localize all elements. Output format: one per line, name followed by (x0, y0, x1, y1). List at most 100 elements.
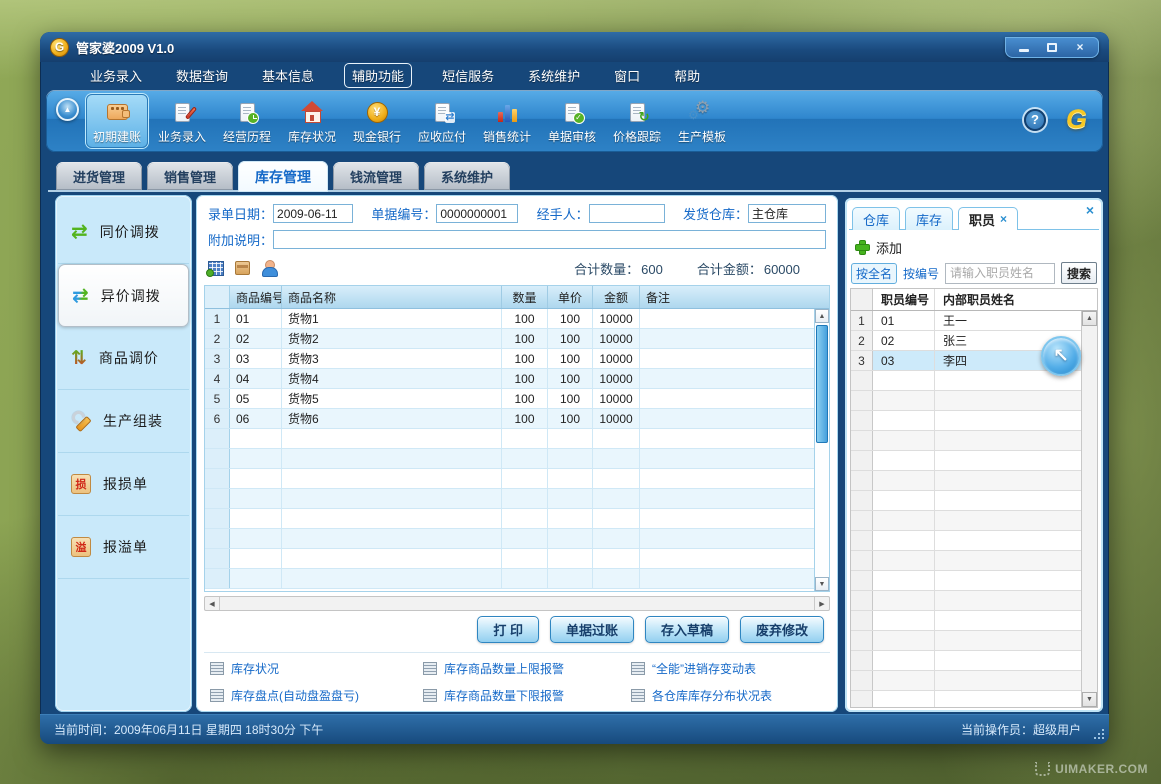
table-row-empty[interactable] (851, 371, 1081, 391)
table-row[interactable]: 606货物610010010000 (205, 409, 814, 429)
panel-close-icon[interactable]: × (1086, 202, 1094, 218)
sidebar-item-loss-report[interactable]: 损 报损单 (58, 453, 189, 516)
note-input[interactable] (273, 230, 826, 249)
maximize-button[interactable] (1039, 39, 1065, 56)
tab-inventory-management[interactable]: 库存管理 (238, 161, 328, 192)
table-row-empty[interactable] (851, 691, 1081, 707)
table-row-empty[interactable] (851, 551, 1081, 571)
menu-item-window[interactable]: 窗口 (610, 64, 644, 87)
link-almighty-movement-report[interactable]: “全能”进销存变动表 (631, 660, 832, 677)
close-button[interactable]: × (1067, 39, 1093, 56)
collapse-toolbar-button[interactable]: ▲ (56, 98, 79, 121)
table-row[interactable]: 505货物510010010000 (205, 389, 814, 409)
menu-item-data-query[interactable]: 数据查询 (172, 64, 232, 87)
sidebar-item-production-assembly[interactable]: 生产组装 (58, 390, 189, 453)
tab-sales-management[interactable]: 销售管理 (147, 162, 233, 190)
search-by-name-toggle[interactable]: 按全名 (851, 263, 897, 284)
post-voucher-button[interactable]: 单据过账 (550, 616, 634, 643)
table-row[interactable]: 303货物310010010000 (205, 349, 814, 369)
toolbar-item-history[interactable]: 经营历程 (216, 94, 278, 148)
shipping-warehouse-input[interactable] (748, 204, 826, 223)
tab-system-maintenance[interactable]: 系统维护 (424, 162, 510, 190)
voucher-number-input[interactable] (436, 204, 518, 223)
toolbar-item-receivable-payable[interactable]: ⇄ 应收应付 (411, 94, 473, 148)
menu-item-sms[interactable]: 短信服务 (438, 64, 498, 87)
scroll-down-icon[interactable]: ▼ (1082, 692, 1097, 707)
warehouse-building-icon[interactable] (208, 261, 224, 276)
tab-purchase-management[interactable]: 进货管理 (56, 162, 142, 190)
inventory-package-icon[interactable] (235, 261, 250, 275)
table-row-empty[interactable] (851, 471, 1081, 491)
scroll-up-icon[interactable]: ▲ (1082, 311, 1097, 326)
staff-person-icon[interactable] (261, 260, 277, 277)
toolbar-item-sales-stats[interactable]: 销售统计 (476, 94, 538, 148)
scroll-down-icon[interactable]: ▼ (815, 577, 829, 591)
sidebar-item-diff-price-transfer[interactable]: ⇄ 异价调拨 (58, 264, 189, 327)
resize-grip-icon[interactable] (1092, 727, 1104, 739)
link-stocktaking[interactable]: 库存盘点(自动盘盈盘亏) (210, 687, 423, 704)
minimize-button[interactable] (1011, 39, 1037, 56)
table-row-empty[interactable] (851, 571, 1081, 591)
table-row[interactable]: 101货物110010010000 (205, 309, 814, 329)
menu-item-system-maintenance[interactable]: 系统维护 (524, 64, 584, 87)
table-row-empty[interactable] (851, 671, 1081, 691)
horizontal-scrollbar[interactable]: ◀ ▶ (204, 596, 830, 611)
scroll-left-icon[interactable]: ◀ (205, 597, 220, 610)
table-row-empty[interactable] (205, 469, 814, 489)
table-row-empty[interactable] (851, 391, 1081, 411)
handler-input[interactable] (589, 204, 665, 223)
table-row-empty[interactable] (205, 529, 814, 549)
table-row[interactable]: 404货物410010010000 (205, 369, 814, 389)
table-row-empty[interactable] (851, 451, 1081, 471)
table-row-empty[interactable] (205, 429, 814, 449)
table-row-empty[interactable] (851, 411, 1081, 431)
table-row-empty[interactable] (851, 511, 1081, 531)
sidebar-item-same-price-transfer[interactable]: ⇄ 同价调拨 (58, 201, 189, 264)
toolbar-item-production-template[interactable]: ⚙⚙ 生产模板 (671, 94, 733, 148)
staff-scrollbar[interactable]: ▲ ▼ (1081, 311, 1097, 707)
sidebar-item-price-adjust[interactable]: ⇅ 商品调价 (58, 327, 189, 390)
tab-warehouse[interactable]: 仓库 (852, 207, 900, 230)
link-inventory-status[interactable]: 库存状况 (210, 660, 423, 677)
table-row-empty[interactable] (851, 631, 1081, 651)
table-row-empty[interactable] (205, 509, 814, 529)
toolbar-item-initial-setup[interactable]: 初期建账 (86, 94, 148, 148)
toolbar-item-cash-bank[interactable]: ¥ 现金银行 (346, 94, 408, 148)
tab-inventory[interactable]: 库存 (905, 207, 953, 230)
table-row-empty[interactable] (205, 569, 814, 589)
menu-item-help[interactable]: 帮助 (670, 64, 704, 87)
link-lower-limit-alert[interactable]: 库存商品数量下限报警 (423, 687, 631, 704)
table-row-empty[interactable] (851, 491, 1081, 511)
scroll-up-icon[interactable]: ▲ (815, 309, 829, 323)
toolbar-item-price-tracking[interactable]: ↻ 价格跟踪 (606, 94, 668, 148)
menu-item-auxiliary[interactable]: 辅助功能 (344, 63, 412, 88)
link-upper-limit-alert[interactable]: 库存商品数量上限报警 (423, 660, 631, 677)
table-row-empty[interactable] (851, 591, 1081, 611)
scroll-right-icon[interactable]: ▶ (814, 597, 829, 610)
table-row-empty[interactable] (851, 651, 1081, 671)
staff-search-input[interactable] (945, 263, 1055, 284)
scrollbar-thumb[interactable] (816, 325, 828, 443)
save-draft-button[interactable]: 存入草稿 (645, 616, 729, 643)
search-by-code-toggle[interactable]: 按编号 (903, 265, 939, 282)
sidebar-item-overflow-report[interactable]: 溢 报溢单 (58, 516, 189, 579)
tab-cashflow-management[interactable]: 钱流管理 (333, 162, 419, 190)
discard-changes-button[interactable]: 废弃修改 (740, 616, 824, 643)
table-row-empty[interactable] (205, 489, 814, 509)
menu-item-business-entry[interactable]: 业务录入 (86, 64, 146, 87)
link-warehouse-distribution-report[interactable]: 各仓库库存分布状况表 (631, 687, 832, 704)
print-button[interactable]: 打 印 (477, 616, 539, 643)
toolbar-item-inventory-status[interactable]: 库存状况 (281, 94, 343, 148)
menu-item-basic-info[interactable]: 基本信息 (258, 64, 318, 87)
table-row-empty[interactable] (205, 549, 814, 569)
toolbar-item-business-entry[interactable]: 业务录入 (151, 94, 213, 148)
tab-staff[interactable]: 职员× (958, 207, 1018, 230)
staff-row[interactable]: 101王一 (851, 311, 1081, 331)
help-icon[interactable]: ? (1024, 109, 1046, 131)
table-row-empty[interactable] (851, 531, 1081, 551)
table-row-empty[interactable] (851, 431, 1081, 451)
vertical-scrollbar[interactable]: ▲ ▼ (814, 309, 829, 591)
entry-date-input[interactable] (273, 204, 353, 223)
toolbar-item-voucher-audit[interactable]: ✓ 单据审核 (541, 94, 603, 148)
add-row[interactable]: 添加 (856, 238, 902, 257)
